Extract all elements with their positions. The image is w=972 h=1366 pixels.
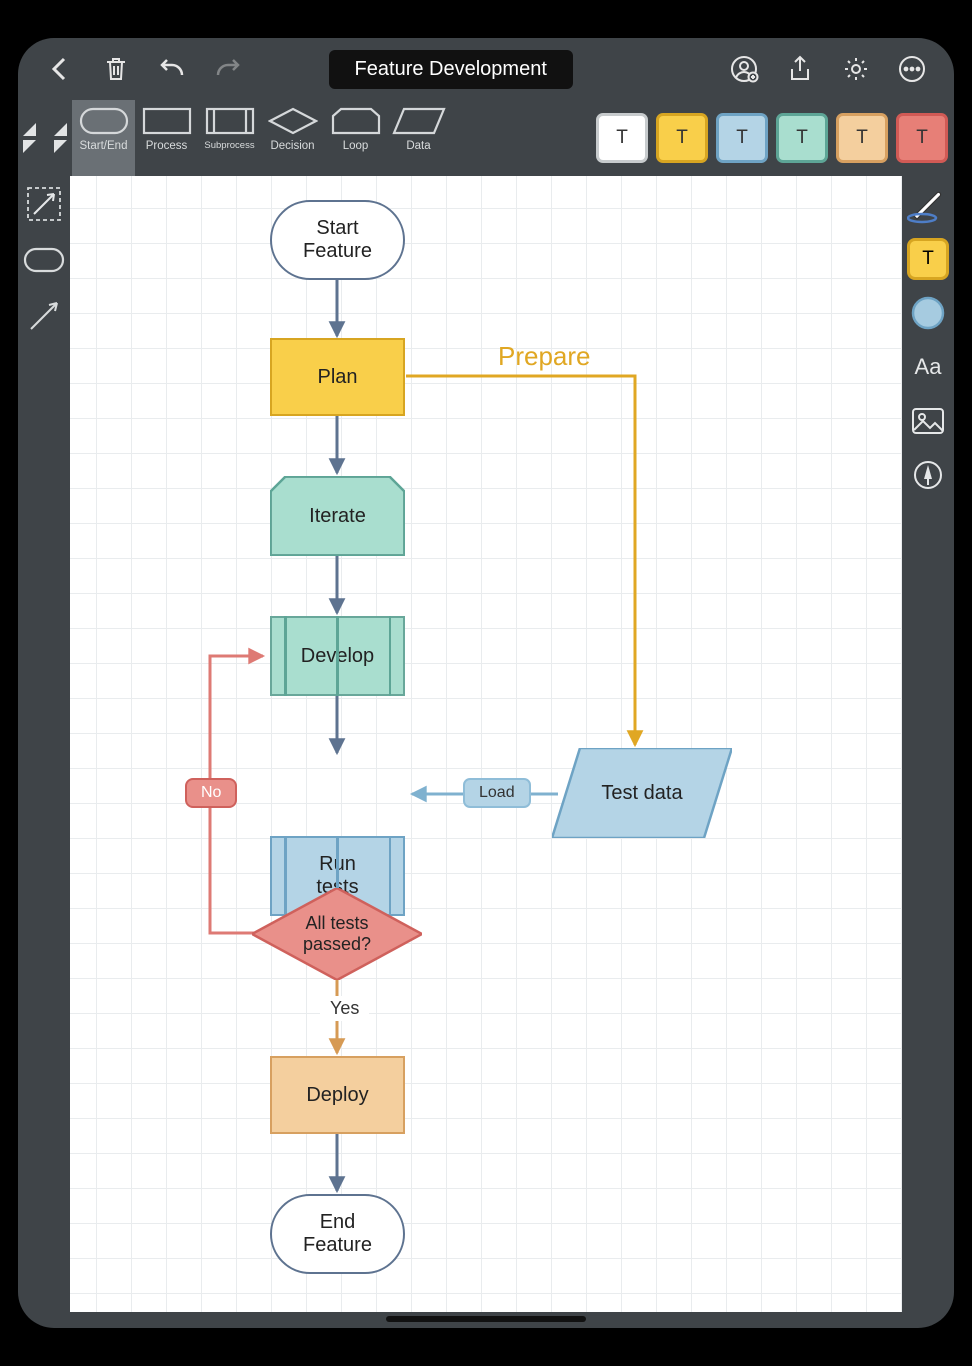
fill-color-tool[interactable] <box>907 292 949 334</box>
collaborator-button[interactable] <box>718 48 770 90</box>
node-deploy[interactable]: Deploy <box>270 1056 405 1134</box>
shape-subprocess[interactable]: Subprocess <box>198 100 261 176</box>
pen-tool[interactable] <box>907 184 949 226</box>
color-chip-blue[interactable]: T <box>716 113 768 163</box>
shape-startend-label: Start/End <box>80 140 128 152</box>
line-tool[interactable] <box>22 294 66 338</box>
node-decision-label: All testspassed? <box>252 888 422 980</box>
shape-decision[interactable]: Decision <box>261 100 324 176</box>
active-color-chip[interactable]: T <box>907 238 949 280</box>
home-indicator[interactable] <box>386 1316 586 1322</box>
color-chip-teal[interactable]: T <box>776 113 828 163</box>
shape-loop-label: Loop <box>343 140 369 152</box>
draw-tool[interactable] <box>907 454 949 496</box>
settings-button[interactable] <box>830 48 882 90</box>
redo-button[interactable] <box>202 48 254 90</box>
color-chip-row: T T T T T T <box>596 100 954 176</box>
image-tool[interactable] <box>907 400 949 442</box>
selection-handles-icon[interactable] <box>18 100 72 176</box>
shape-data-label: Data <box>406 140 430 152</box>
share-button[interactable] <box>774 48 826 90</box>
node-develop[interactable]: Develop <box>270 616 405 696</box>
node-testdata-label: Test data <box>552 748 732 838</box>
color-chip-orange[interactable]: T <box>836 113 888 163</box>
shape-process-label: Process <box>146 140 188 152</box>
node-start[interactable]: StartFeature <box>270 200 405 280</box>
edge-label-load[interactable]: Load <box>463 778 531 808</box>
undo-button[interactable] <box>146 48 198 90</box>
shape-data[interactable]: Data <box>387 100 450 176</box>
more-button[interactable] <box>886 48 938 90</box>
shape-startend[interactable]: Start/End <box>72 100 135 176</box>
node-iterate-outline <box>270 476 405 556</box>
document-title[interactable]: Feature Development <box>329 50 573 89</box>
node-plan[interactable]: Plan <box>270 338 405 416</box>
trash-button[interactable] <box>90 48 142 90</box>
shape-loop[interactable]: Loop <box>324 100 387 176</box>
shape-subprocess-label: Subprocess <box>204 140 254 151</box>
edge-label-prepare: Prepare <box>488 339 601 374</box>
arrows-layer <box>70 176 902 1312</box>
color-chip-red[interactable]: T <box>896 113 948 163</box>
terminator-tool[interactable] <box>22 238 66 282</box>
shape-decision-label: Decision <box>270 140 314 152</box>
node-end[interactable]: EndFeature <box>270 1194 405 1274</box>
back-button[interactable] <box>34 48 86 90</box>
marquee-arrow-tool[interactable] <box>22 182 66 226</box>
edge-label-yes: Yes <box>320 996 369 1021</box>
color-chip-yellow[interactable]: T <box>656 113 708 163</box>
edge-label-no[interactable]: No <box>185 778 237 808</box>
text-style-tool[interactable]: Aa <box>907 346 949 388</box>
color-chip-white[interactable]: T <box>596 113 648 163</box>
shape-process[interactable]: Process <box>135 100 198 176</box>
